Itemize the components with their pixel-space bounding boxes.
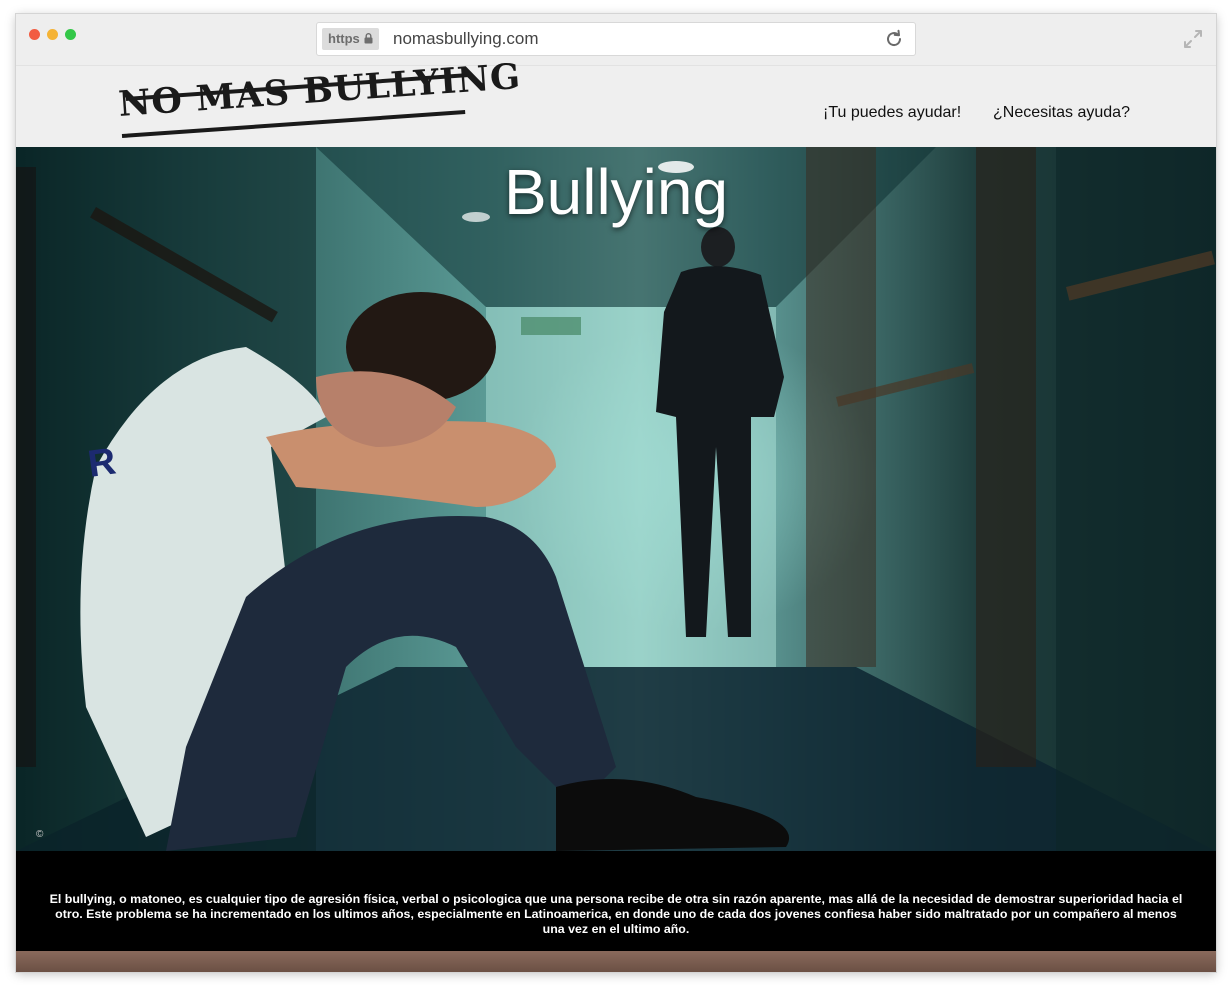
- https-label: https: [328, 31, 360, 46]
- description-band: El bullying, o matoneo, es cualquier tip…: [16, 851, 1216, 951]
- browser-window: https nomasbullying.com NO MAS BULLYING …: [16, 14, 1216, 972]
- browser-toolbar: https nomasbullying.com: [16, 14, 1216, 66]
- copyright-mark: ©: [36, 829, 44, 840]
- nav-link-necesitas-ayuda[interactable]: ¿Necesitas ayuda?: [993, 104, 1130, 122]
- svg-text:R: R: [85, 441, 118, 486]
- close-window-button[interactable]: [29, 29, 40, 40]
- minimize-window-button[interactable]: [47, 29, 58, 40]
- nav-link-tu-puedes-ayudar[interactable]: ¡Tu puedes ayudar!: [823, 104, 961, 122]
- url-text: nomasbullying.com: [393, 29, 539, 48]
- https-badge: https: [322, 28, 379, 50]
- address-bar[interactable]: https nomasbullying.com: [316, 22, 916, 56]
- floor-strip: [16, 951, 1216, 972]
- site-logo[interactable]: NO MAS BULLYING: [117, 56, 522, 140]
- description-text: El bullying, o matoneo, es cualquier tip…: [49, 892, 1183, 937]
- site-header: NO MAS BULLYING ¡Tu puedes ayudar! ¿Nece…: [16, 56, 1216, 147]
- hero-photo: R: [16, 147, 1216, 851]
- reload-icon[interactable]: [883, 28, 905, 50]
- zoom-window-button[interactable]: [65, 29, 76, 40]
- hero-section: R Bullying ©: [16, 147, 1216, 851]
- lock-icon: [364, 29, 373, 51]
- logo-text: NO MAS BULLYING: [117, 55, 523, 125]
- hero-title: Bullying: [503, 156, 729, 228]
- expand-icon[interactable]: [1182, 28, 1204, 50]
